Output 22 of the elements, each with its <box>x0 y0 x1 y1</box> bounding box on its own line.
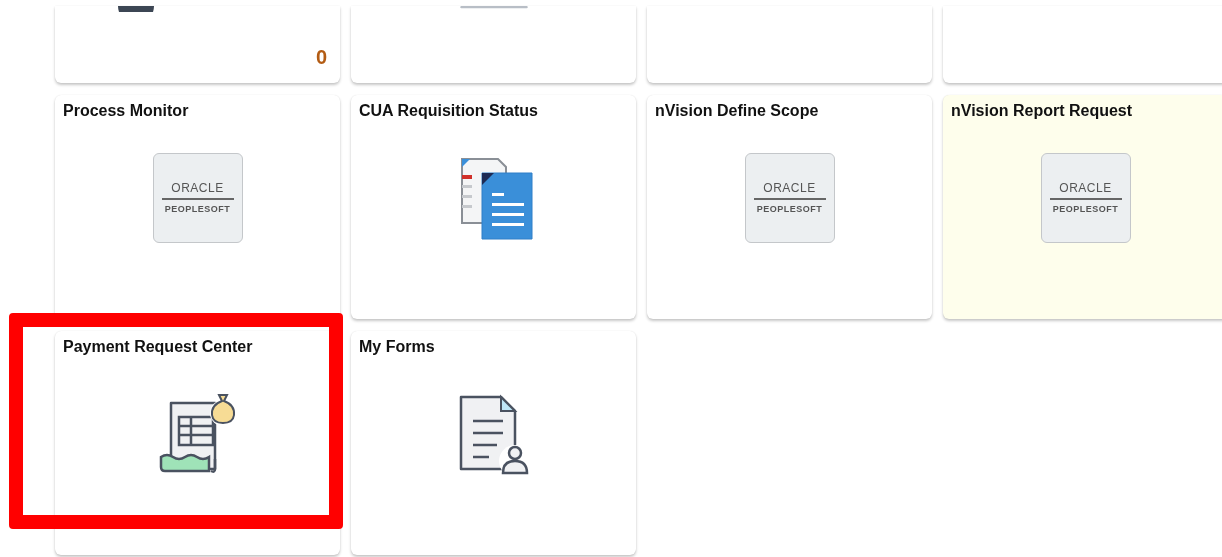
tile-title: CUA Requisition Status <box>358 101 539 120</box>
logo-subtext: PEOPLESOFT <box>1052 203 1119 214</box>
tile[interactable]: nVision Define Scope ORACLE PEOPLESOFT <box>647 95 932 319</box>
tile[interactable] <box>647 6 932 83</box>
tile[interactable]: nVision Report Request ORACLE PEOPLESOFT <box>943 95 1222 319</box>
tile-title: Process Monitor <box>62 101 190 120</box>
tile[interactable]: Payment Request Center <box>55 331 340 555</box>
logo-subtext: PEOPLESOFT <box>756 203 823 214</box>
tile-title: My Forms <box>358 337 436 356</box>
tile[interactable]: CUA Requisition Status <box>351 95 636 319</box>
tile[interactable] <box>943 6 1222 83</box>
tile[interactable]: 0 <box>55 6 340 83</box>
tile[interactable]: My Forms <box>351 331 636 555</box>
logo-text: ORACLE <box>763 182 816 196</box>
logo-text: ORACLE <box>1059 182 1112 196</box>
tile-title: nVision Define Scope <box>654 101 820 120</box>
logo-subtext: PEOPLESOFT <box>164 203 231 214</box>
logo-text: ORACLE <box>171 182 224 196</box>
tile-title: Payment Request Center <box>62 337 254 356</box>
tile[interactable] <box>351 6 636 83</box>
tile-title: nVision Report Request <box>950 101 1134 120</box>
count: 0 <box>315 46 327 68</box>
